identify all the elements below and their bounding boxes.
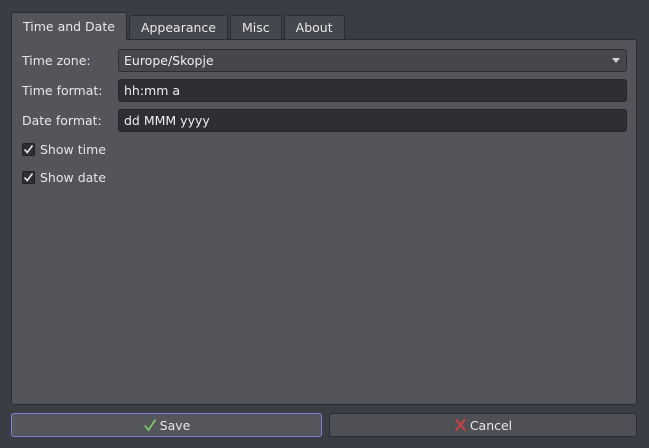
tab-label: Misc [242, 20, 270, 35]
timezone-value: Europe/Skopje [124, 53, 214, 68]
timezone-row: Time zone: Europe/Skopje [22, 49, 627, 72]
timezone-select[interactable]: Europe/Skopje [118, 49, 627, 72]
timezone-label: Time zone: [22, 53, 91, 68]
time-format-input[interactable]: hh:mm a [118, 79, 627, 102]
tab-misc[interactable]: Misc [230, 15, 282, 39]
date-format-label: Date format: [22, 113, 102, 128]
tab-label: About [295, 20, 333, 35]
date-format-row: Date format: dd MMM yyyy [22, 109, 627, 132]
checkmark-icon [23, 145, 34, 154]
tab-bar: Time and Date Appearance Misc About [11, 12, 347, 40]
check-icon [143, 418, 157, 432]
chevron-down-icon [612, 58, 620, 63]
tab-panel: Time zone: Europe/Skopje Time format: hh… [11, 39, 637, 405]
time-format-value: hh:mm a [124, 83, 181, 98]
save-button[interactable]: Save [11, 413, 322, 437]
date-format-input[interactable]: dd MMM yyyy [118, 109, 627, 132]
show-time-label: Show time [40, 142, 106, 157]
tab-label: Time and Date [23, 19, 115, 34]
date-format-value: dd MMM yyyy [124, 113, 210, 128]
show-time-checkbox[interactable] [22, 143, 35, 156]
tab-appearance[interactable]: Appearance [128, 15, 228, 39]
tab-about[interactable]: About [283, 15, 345, 39]
checkmark-icon [23, 173, 34, 182]
time-format-row: Time format: hh:mm a [22, 79, 627, 102]
time-format-label: Time format: [22, 83, 103, 98]
show-time-option[interactable]: Show time [22, 142, 106, 157]
tab-label: Appearance [140, 20, 216, 35]
cancel-label: Cancel [469, 417, 513, 433]
settings-window: Time and Date Appearance Misc About Time… [0, 0, 649, 448]
cross-icon [454, 418, 467, 432]
cancel-button[interactable]: Cancel [329, 413, 637, 437]
tab-time-and-date[interactable]: Time and Date [11, 12, 127, 40]
save-label: Save [159, 417, 191, 433]
show-date-checkbox[interactable] [22, 171, 35, 184]
show-date-option[interactable]: Show date [22, 170, 106, 185]
show-date-label: Show date [40, 170, 106, 185]
